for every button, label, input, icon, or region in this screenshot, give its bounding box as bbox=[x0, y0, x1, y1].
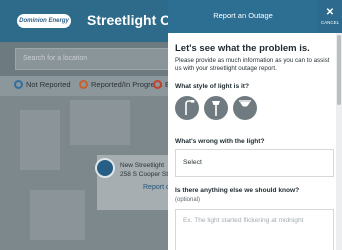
additional-info-question: Is there anything else we should know? bbox=[175, 187, 300, 194]
post-top-light-icon bbox=[212, 101, 220, 116]
legend-label: Reported/In Progress bbox=[91, 80, 163, 89]
form-heading: Let's see what the problem is. bbox=[175, 43, 310, 54]
scrollbar-thumb[interactable] bbox=[337, 35, 341, 105]
popup-title: New Streetlight bbox=[120, 162, 165, 169]
map-building bbox=[30, 190, 85, 240]
additional-info-textarea[interactable]: Ex. The light started flickering at midn… bbox=[175, 209, 334, 250]
cobra-head-light-icon bbox=[185, 100, 195, 115]
location-search-input[interactable]: Search for a location bbox=[15, 48, 175, 70]
form-intro: Please provide as much information as yo… bbox=[175, 57, 330, 72]
cancel-label: CANCEL bbox=[320, 20, 340, 25]
problem-select[interactable]: Select bbox=[175, 149, 334, 177]
status-dot-icon bbox=[153, 80, 162, 89]
streetlight-marker-icon[interactable] bbox=[95, 158, 115, 178]
problem-question: What's wrong with the light? bbox=[175, 138, 265, 145]
panel-title: Report an Outage bbox=[213, 11, 273, 20]
panel-header: Report an Outage ✕ CANCEL bbox=[168, 0, 342, 33]
panel-scrollbar[interactable] bbox=[336, 33, 342, 250]
status-dot-icon bbox=[14, 80, 23, 89]
light-style-cobra-head[interactable] bbox=[175, 96, 199, 120]
optional-label: (optional) bbox=[175, 197, 201, 203]
report-link[interactable]: Report o bbox=[143, 184, 170, 191]
popup-address: 258 S Cooper St bbox=[120, 171, 169, 178]
status-dot-icon bbox=[79, 80, 88, 89]
map-building bbox=[20, 110, 60, 170]
report-outage-panel: Report an Outage ✕ CANCEL Let's see what… bbox=[168, 0, 342, 250]
cancel-button[interactable]: ✕ CANCEL bbox=[318, 0, 342, 33]
close-icon: ✕ bbox=[325, 7, 335, 18]
light-style-post-top[interactable] bbox=[204, 96, 228, 120]
panel-body: Let's see what the problem is. Please pr… bbox=[175, 33, 336, 250]
legend-label: Not Reported bbox=[26, 80, 71, 89]
flood-light-icon bbox=[239, 100, 251, 110]
light-style-flood[interactable] bbox=[233, 96, 257, 120]
map-building bbox=[70, 100, 130, 145]
light-style-question: What style of light is it? bbox=[175, 83, 249, 90]
legend-in-progress: Reported/In Progress bbox=[79, 80, 162, 89]
legend-not-reported: Not Reported bbox=[14, 80, 71, 89]
brand-logo: Dominion Energy bbox=[17, 14, 71, 28]
